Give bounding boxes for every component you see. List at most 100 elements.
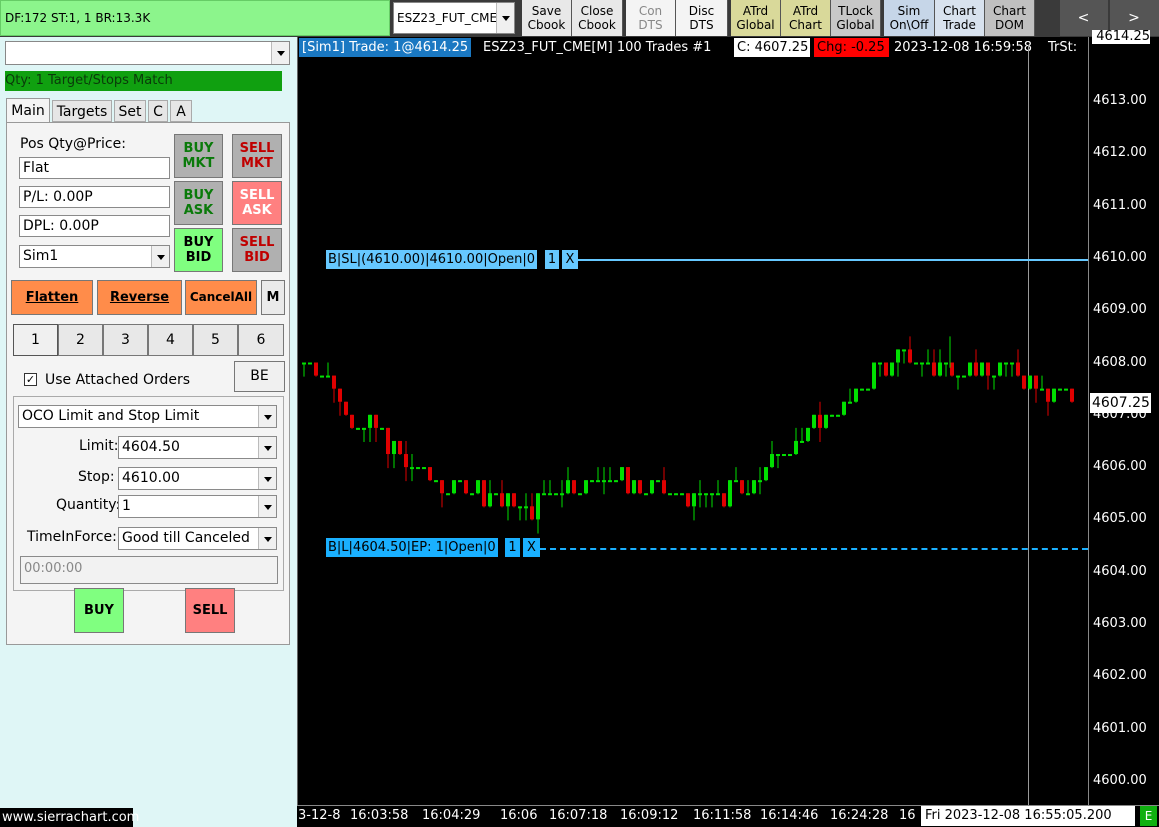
flatten-button[interactable]: Flatten bbox=[11, 280, 93, 315]
chart-dom-button[interactable]: Chart DOM bbox=[985, 0, 1035, 36]
sell-ask-button[interactable]: SELL ASK bbox=[232, 181, 282, 225]
stop-order-label[interactable]: B|SL|(4610.00)|4610.00|Open|0 bbox=[326, 250, 537, 269]
qty-2-button[interactable]: 2 bbox=[58, 324, 103, 356]
price-bar-body bbox=[362, 427, 366, 430]
price-bar-body bbox=[752, 480, 756, 494]
qty-1-button[interactable]: 1 bbox=[13, 324, 58, 356]
stop-order-line[interactable] bbox=[578, 259, 1088, 261]
price-bar-body bbox=[344, 401, 348, 415]
buy-market-button[interactable]: BUY MKT bbox=[174, 134, 223, 178]
cancel-all-button[interactable]: CancelAll bbox=[185, 280, 257, 315]
buy-bid-button[interactable]: BUY BID bbox=[174, 228, 223, 272]
price-bar-body bbox=[458, 480, 462, 483]
connect-dts-button[interactable]: Con DTS bbox=[626, 0, 676, 36]
price-bar-body bbox=[380, 427, 384, 430]
price-bar-body bbox=[506, 493, 510, 507]
panel-dropdown[interactable] bbox=[5, 41, 290, 65]
stop-order-cancel-button[interactable]: X bbox=[560, 250, 578, 269]
price-bar-body bbox=[758, 480, 762, 483]
price-bar-body bbox=[1004, 362, 1008, 365]
close-cbook-button[interactable]: Close Cbook bbox=[572, 0, 623, 36]
match-status-bar: Qty: 1 Target/Stops Match bbox=[5, 71, 282, 91]
symbol-select[interactable]: ESZ23_FUT_CME bbox=[393, 2, 515, 34]
disconnect-dts-button[interactable]: Disc DTS bbox=[676, 0, 728, 36]
price-bar-body bbox=[356, 427, 360, 430]
quantity-label: Quantity: bbox=[56, 497, 121, 513]
reverse-button[interactable]: Reverse bbox=[97, 280, 182, 315]
sell-bid-button[interactable]: SELL BID bbox=[232, 228, 282, 272]
dpl-field: DPL: 0.00P bbox=[19, 215, 170, 237]
price-bar-body bbox=[860, 388, 864, 391]
account-select[interactable]: Sim1 bbox=[19, 245, 170, 268]
auto-trade-chart-button[interactable]: ATrd Chart bbox=[781, 0, 831, 36]
chevron-down-icon[interactable] bbox=[258, 496, 276, 517]
buy-ask-button[interactable]: BUY ASK bbox=[174, 181, 223, 225]
qty-6-button[interactable]: 6 bbox=[238, 324, 284, 356]
price-axis-label: 4610.00 bbox=[1093, 249, 1147, 265]
tab-main[interactable]: Main bbox=[6, 98, 50, 123]
tab-a[interactable]: A bbox=[170, 100, 192, 122]
time-axis-label: 3-12-8 bbox=[298, 808, 341, 823]
save-cbook-button[interactable]: Save Cbook bbox=[522, 0, 572, 36]
price-bar-body bbox=[428, 467, 432, 481]
tab-targets[interactable]: Targets bbox=[52, 100, 112, 122]
qty-3-button[interactable]: 3 bbox=[103, 324, 148, 356]
limit-order-line[interactable] bbox=[540, 548, 1088, 550]
top-price-partial: 4614.25 bbox=[1092, 30, 1150, 44]
menu-m-button[interactable]: M bbox=[261, 280, 285, 315]
limit-price-input[interactable]: 4604.50 bbox=[118, 436, 277, 459]
price-bar-body bbox=[986, 362, 990, 376]
price-bar-body bbox=[980, 362, 984, 376]
price-bar-body bbox=[536, 493, 540, 520]
qty-4-button[interactable]: 4 bbox=[148, 324, 193, 356]
sell-market-button[interactable]: SELL MKT bbox=[232, 134, 282, 178]
tab-c[interactable]: C bbox=[148, 100, 168, 122]
sell-button[interactable]: SELL bbox=[185, 588, 235, 633]
limit-order-qty[interactable]: 1 bbox=[503, 538, 520, 557]
price-bar-body bbox=[398, 440, 402, 455]
price-bar-body bbox=[1040, 388, 1044, 391]
limit-order-cancel-button[interactable]: X bbox=[521, 538, 540, 557]
stop-price-input[interactable]: 4610.00 bbox=[118, 467, 277, 490]
price-bar-body bbox=[644, 493, 648, 496]
stop-label: Stop: bbox=[78, 469, 115, 485]
chevron-down-icon[interactable] bbox=[151, 246, 169, 267]
chevron-down-icon[interactable] bbox=[258, 437, 276, 458]
price-bar-body bbox=[554, 493, 558, 496]
corner-badge[interactable]: E bbox=[1140, 806, 1157, 826]
chevron-down-icon[interactable] bbox=[258, 468, 276, 489]
use-attached-label: Use Attached Orders bbox=[45, 372, 191, 388]
price-bar-body bbox=[518, 506, 522, 509]
auto-trade-global-button[interactable]: ATrd Global bbox=[731, 0, 781, 36]
price-bar-body bbox=[740, 480, 744, 494]
qty-5-button[interactable]: 5 bbox=[193, 324, 238, 356]
good-till-time-input[interactable]: 00:00:00 bbox=[20, 556, 278, 584]
breakeven-button[interactable]: BE bbox=[234, 361, 285, 392]
chevron-down-icon[interactable] bbox=[496, 3, 514, 33]
quantity-input[interactable]: 1 bbox=[118, 495, 277, 518]
price-bar-body bbox=[650, 480, 654, 494]
price-bar-body bbox=[470, 493, 474, 496]
price-bar-body bbox=[1052, 388, 1056, 402]
tif-select[interactable]: Good till Canceled bbox=[118, 527, 277, 550]
price-bar-body bbox=[410, 467, 414, 470]
use-attached-checkbox[interactable]: ✓ bbox=[24, 373, 37, 386]
stop-order-qty[interactable]: 1 bbox=[543, 250, 559, 269]
price-bar-body bbox=[680, 493, 684, 496]
price-bar-body bbox=[842, 401, 846, 415]
price-bar-body bbox=[434, 480, 438, 483]
chevron-down-icon[interactable] bbox=[271, 42, 289, 64]
tab-set[interactable]: Set bbox=[114, 100, 146, 122]
buy-button[interactable]: BUY bbox=[74, 588, 124, 633]
chevron-down-icon[interactable] bbox=[258, 528, 276, 549]
price-bar-body bbox=[734, 480, 738, 483]
chart-trade-button[interactable]: Chart Trade bbox=[935, 0, 985, 36]
price-bar-body bbox=[1064, 388, 1068, 391]
trade-lock-global-button[interactable]: TLock Global bbox=[831, 0, 881, 36]
watermark-link[interactable]: www.sierrachart.com bbox=[0, 808, 139, 827]
chevron-down-icon[interactable] bbox=[258, 406, 276, 427]
price-bar-body bbox=[848, 401, 852, 404]
sim-on-off-button[interactable]: Sim On\Off bbox=[884, 0, 935, 36]
order-type-select[interactable]: OCO Limit and Stop Limit bbox=[18, 405, 277, 428]
limit-order-label[interactable]: B|L|4604.50|EP: 1|Open|0 bbox=[326, 538, 498, 557]
